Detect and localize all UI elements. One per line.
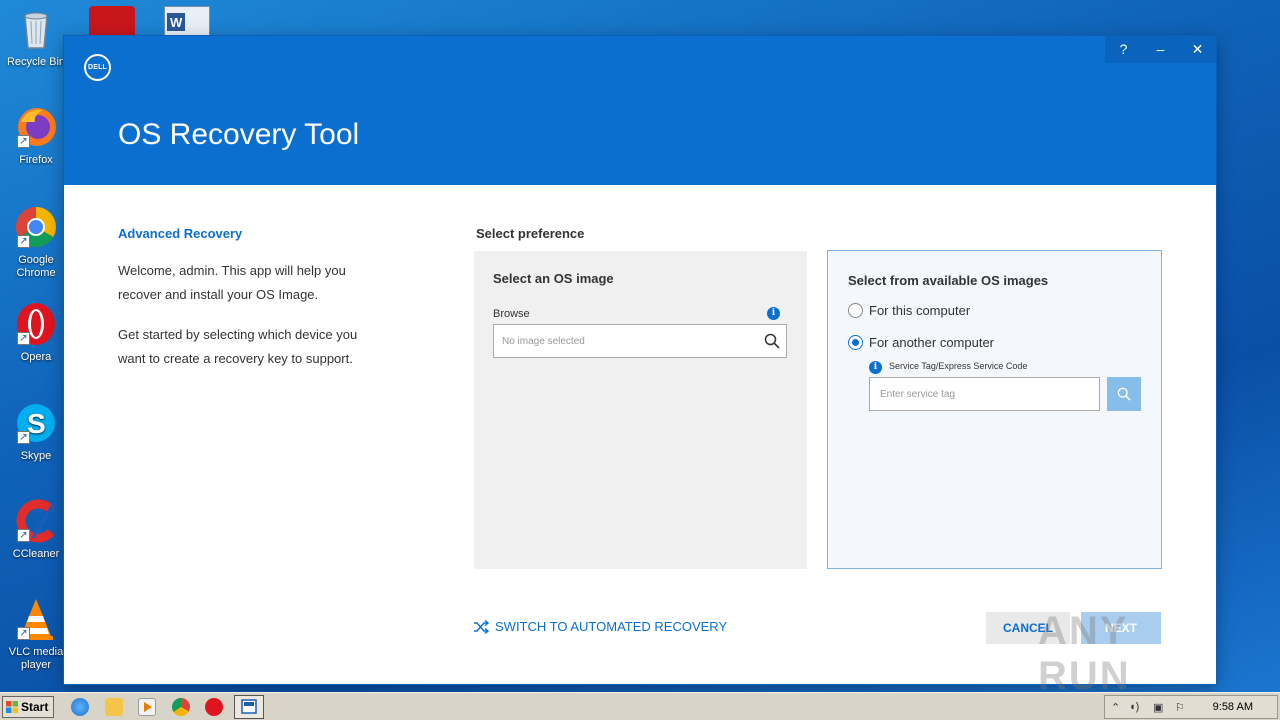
anyrun-watermark: ANY RUN [1038,609,1131,698]
dell-logo: DELL [84,54,111,81]
file-explorer-icon[interactable] [105,698,123,716]
desktop-icon-recycle-bin[interactable]: Recycle Bin [4,6,68,69]
window-controls: ? – ✕ [1105,36,1216,63]
firefox-icon: ↗ [13,104,59,150]
advanced-recovery-heading: Advanced Recovery [118,226,243,241]
internet-explorer-icon[interactable] [71,698,89,716]
radio-button[interactable] [848,303,863,318]
app-header: DELL ? – ✕ OS Recovery Tool [64,36,1216,185]
recycle-bin-icon [13,6,59,52]
shortcut-arrow-icon: ↗ [17,529,30,542]
chrome-taskbar-icon[interactable] [172,698,190,716]
svg-text:W: W [170,15,183,30]
shortcut-arrow-icon: ↗ [17,135,30,148]
close-button[interactable]: ✕ [1179,36,1216,63]
info-icon[interactable]: i [869,361,882,374]
desktop-icon-label: CCleaner [12,548,60,560]
browse-input[interactable] [494,325,749,357]
radio-this-computer[interactable]: For this computer [848,303,970,318]
desktop-icon-label: Opera [20,351,52,363]
os-recovery-window: DELL ? – ✕ OS Recovery Tool Advanced Rec… [64,36,1216,698]
switch-label: SWITCH TO AUTOMATED RECOVERY [495,619,728,634]
skype-icon: S ↗ [13,400,59,446]
opera-icon: ↗ [13,301,59,347]
start-button[interactable]: Start [2,696,54,718]
os-image-title: Select an OS image [493,271,614,286]
available-os-title: Select from available OS images [848,273,1049,288]
switch-automated-recovery-link[interactable]: SWITCH TO AUTOMATED RECOVERY [473,619,727,634]
desktop-icon-label: Google Chrome [16,254,56,279]
search-icon [1117,387,1131,401]
minimize-button[interactable]: – [1142,36,1179,63]
shortcut-arrow-icon: ↗ [17,332,30,345]
acrobat-icon[interactable] [89,6,135,38]
desktop-icon-firefox[interactable]: ↗ Firefox [4,104,68,167]
info-icon[interactable]: i [767,307,780,320]
desktop-icon-label: VLC media player [8,646,64,671]
desktop-icon-opera[interactable]: ↗ Opera [4,301,68,364]
recovery-tool-taskbar-button[interactable] [234,695,264,719]
desktop-icon-chrome[interactable]: ↗ Google Chrome [4,204,68,280]
intro-column: Advanced Recovery Welcome, admin. This a… [118,226,378,371]
show-hidden-icons-icon[interactable]: ⌃ [1111,701,1120,714]
ccleaner-icon: ↗ [13,498,59,544]
word-document-icon[interactable]: W [164,6,210,38]
desktop-icon-vlc[interactable]: ↗ VLC media player [4,596,68,672]
available-os-panel[interactable]: Select from available OS images For this… [827,250,1162,569]
desktop-icon-label: Skype [20,450,52,462]
shortcut-arrow-icon: ↗ [17,235,30,248]
service-tag-search-button[interactable] [1107,377,1141,411]
browse-label: Browse [493,308,530,320]
taskbar: Start ⌃ ◖) ▣ ⚐ 9:58 AM [0,692,1280,720]
get-started-text: Get started by selecting which device yo… [118,327,358,366]
service-tag-input[interactable] [870,378,1099,410]
volume-icon[interactable]: ◖) [1129,701,1139,713]
desktop-icon-label: Recycle Bin [6,56,66,68]
shortcut-arrow-icon: ↗ [17,627,30,640]
radio-label: For another computer [869,335,995,350]
radio-label: For this computer [869,303,971,318]
shortcut-arrow-icon: ↗ [17,431,30,444]
app-title: OS Recovery Tool [118,118,360,151]
vlc-icon: ↗ [13,596,59,642]
media-player-icon[interactable] [138,698,156,716]
desktop-icon-label: Firefox [19,154,53,166]
desktop-icon-skype[interactable]: S ↗ Skype [4,400,68,463]
system-tray: ⌃ ◖) ▣ ⚐ 9:58 AM [1104,695,1278,719]
shuffle-icon [474,619,489,634]
clock[interactable]: 9:58 AM [1213,701,1253,713]
search-icon[interactable] [764,333,780,349]
opera-taskbar-icon[interactable] [205,698,223,716]
help-icon[interactable]: ? [1105,36,1142,63]
action-center-flag-icon[interactable]: ⚐ [1175,701,1185,714]
windows-logo-icon [6,701,18,713]
os-image-panel[interactable]: Select an OS image Browse i [474,251,807,569]
chrome-icon: ↗ [13,204,59,250]
radio-another-computer[interactable]: For another computer [848,335,994,350]
recovery-tool-icon [241,699,257,714]
browse-field[interactable] [493,324,787,358]
service-tag-field[interactable] [869,377,1100,411]
radio-button-selected[interactable] [848,335,863,350]
select-preference-label: Select preference [476,226,585,241]
welcome-text: Welcome, admin. This app will help you r… [118,263,346,302]
desktop-icon-ccleaner[interactable]: ↗ CCleaner [4,498,68,561]
service-tag-label: Service Tag/Express Service Code [889,361,1028,371]
start-label: Start [21,700,49,714]
network-icon[interactable]: ▣ [1153,701,1163,714]
